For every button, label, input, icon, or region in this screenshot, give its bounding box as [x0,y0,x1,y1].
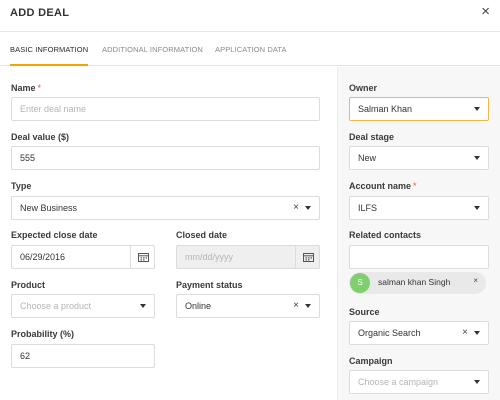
related-contacts-input[interactable] [349,245,489,269]
name-label: Name * [11,83,42,93]
payment-status-value: Online [185,301,212,311]
deal-stage-select[interactable]: New [349,146,489,170]
payment-status-label: Payment status [176,280,243,290]
campaign-select-placeholder: Choose a campaign [358,377,439,387]
avatar: S [350,273,370,293]
tab-application-data[interactable]: APPLICATION DATA [215,45,287,54]
remove-contact-icon[interactable]: × [473,276,478,285]
deal-stage-label: Deal stage [349,132,395,142]
account-name-select[interactable]: ILFS [349,196,489,220]
required-marker: * [37,83,42,93]
chevron-down-icon[interactable] [474,206,480,210]
clear-icon[interactable]: × [462,322,468,344]
chevron-down-icon[interactable] [474,380,480,384]
closed-date-label: Closed date [176,230,228,240]
active-tab-indicator [10,64,88,66]
tab-bar: BASIC INFORMATION ADDITIONAL INFORMATION… [0,32,500,66]
calendar-icon[interactable] [295,246,319,268]
chevron-down-icon[interactable] [305,206,311,210]
owner-label: Owner [349,83,378,93]
chevron-down-icon[interactable] [140,304,146,308]
account-name-value: ILFS [358,203,378,213]
modal-header: ADD DEAL × [0,0,500,32]
tab-additional-information[interactable]: ADDITIONAL INFORMATION [102,45,203,54]
calendar-icon[interactable] [130,246,154,268]
chevron-down-icon[interactable] [474,156,480,160]
product-label: Product [11,280,46,290]
source-select[interactable]: Organic Search × [349,321,489,345]
product-select-placeholder: Choose a product [20,301,92,311]
expected-close-date-label: Expected close date [11,230,98,240]
clear-icon[interactable]: × [293,197,299,219]
closed-date-placeholder: mm/dd/yyyy [185,252,234,262]
tab-basic-information[interactable]: BASIC INFORMATION [10,45,88,54]
account-name-label: Account name * [349,181,417,191]
chevron-down-icon[interactable] [474,107,480,111]
chevron-down-icon[interactable] [305,304,311,308]
deal-value-label: Deal value ($) [11,132,70,142]
probability-label: Probability (%) [11,329,75,339]
campaign-label: Campaign [349,356,393,366]
contact-chip-label: salman khan Singh [378,277,451,287]
product-select[interactable]: Choose a product [11,294,155,318]
type-select-value: New Business [20,203,78,213]
deal-name-input[interactable]: Enter deal name [11,97,320,121]
owner-select[interactable]: Salman Khan [349,97,489,121]
owner-select-value: Salman Khan [358,104,413,114]
modal-title: ADD DEAL [10,7,70,19]
payment-status-select[interactable]: Online × [176,294,320,318]
probability-input[interactable]: 62 [11,344,155,368]
related-contacts-label: Related contacts [349,230,422,240]
type-select[interactable]: New Business × [11,196,320,220]
source-label: Source [349,307,380,317]
deal-value-input[interactable]: 555 [11,146,320,170]
type-label: Type [11,181,32,191]
clear-icon[interactable]: × [293,295,299,317]
deal-stage-value: New [358,153,377,163]
contact-chip[interactable]: S salman khan Singh × [349,272,486,294]
source-select-value: Organic Search [358,328,421,338]
chevron-down-icon[interactable] [474,331,480,335]
close-icon[interactable]: × [481,4,490,20]
expected-close-date-value: 06/29/2016 [20,252,66,262]
closed-date-input[interactable]: mm/dd/yyyy [176,245,320,269]
required-marker: * [413,181,417,191]
campaign-select[interactable]: Choose a campaign [349,370,489,394]
expected-close-date-input[interactable]: 06/29/2016 [11,245,155,269]
